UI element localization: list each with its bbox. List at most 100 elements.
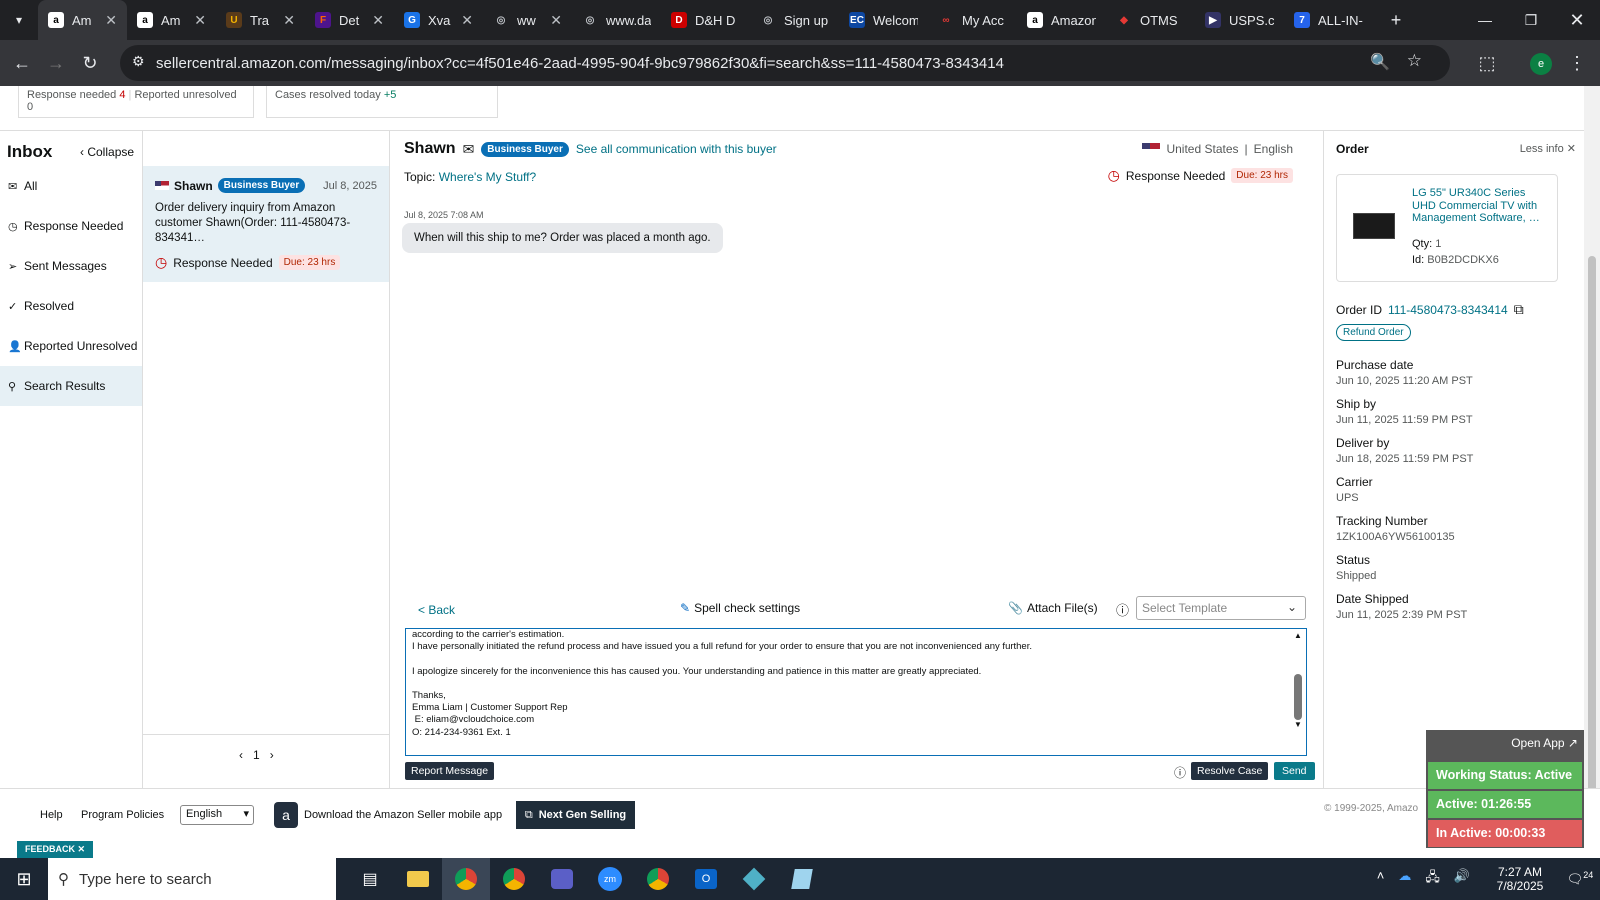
browser-tab[interactable]: G Xva ✕ [394, 0, 483, 40]
see-all-communication-link[interactable]: See all communication with this buyer [576, 142, 777, 156]
browser-menu-icon[interactable]: ⋮ [1560, 46, 1594, 80]
thread-item[interactable]: Shawn Business Buyer Jul 8, 2025 Order d… [143, 166, 389, 282]
info-icon[interactable]: ⓘ [1116, 600, 1129, 619]
tab-search-icon[interactable]: ▾ [0, 3, 38, 37]
clock[interactable]: 7:27 AM 7/8/2025 [1480, 865, 1560, 893]
site-info-icon[interactable]: ⚙ [132, 53, 145, 70]
notifications-icon[interactable]: 🗨24 [1560, 870, 1600, 887]
browser-tab[interactable]: ◎ www.da [572, 0, 661, 40]
browser-tab[interactable]: a Amazon [1017, 0, 1106, 40]
page-scrollbar[interactable] [1584, 86, 1600, 858]
bookmark-star-icon[interactable]: ☆ [1407, 51, 1422, 71]
copyright: © 1999-2025, Amazo [1324, 803, 1419, 814]
profile-avatar[interactable]: e [1530, 53, 1552, 75]
network-icon[interactable]: 🖧 [1425, 868, 1440, 890]
nav-item-reported-unresolved[interactable]: 👤 Reported Unresolved [0, 326, 142, 366]
browser-tab[interactable]: ◎ Sign up [750, 0, 839, 40]
reply-textarea[interactable]: according to the carrier's estimation. I … [405, 628, 1307, 756]
prev-page-icon[interactable]: ‹ [239, 748, 243, 762]
windows-start-icon[interactable]: ⊞ [0, 858, 48, 900]
close-tab-icon[interactable]: ✕ [194, 12, 206, 29]
new-tab-icon[interactable]: + [1379, 3, 1413, 37]
restore-icon[interactable]: ❐ [1508, 3, 1554, 37]
chrome-icon[interactable] [442, 858, 490, 900]
teams-icon[interactable] [538, 858, 586, 900]
tray-chevron-icon[interactable]: ˄ [1377, 868, 1385, 890]
zoom-icon[interactable]: zm [586, 858, 634, 900]
language-select[interactable]: English ▾ [180, 805, 254, 825]
refund-order-button[interactable]: Refund Order [1336, 324, 1411, 341]
product-title[interactable]: LG 55" UR340C Series UHD Commercial TV w… [1412, 187, 1552, 225]
nav-item-sent-messages[interactable]: ➢ Sent Messages [0, 246, 142, 286]
send-button[interactable]: Send [1274, 762, 1315, 780]
zoom-icon[interactable]: 🔍 [1370, 52, 1390, 72]
browser-tab[interactable]: ◎ ww ✕ [483, 0, 572, 40]
next-page-icon[interactable]: › [270, 748, 274, 762]
onedrive-icon[interactable]: ☁ [1398, 868, 1411, 890]
open-app-button[interactable]: Open App ↗ [1511, 736, 1578, 750]
chrome-alt-icon[interactable] [634, 858, 682, 900]
outlook-icon[interactable]: O [682, 858, 730, 900]
close-tab-icon[interactable]: ✕ [372, 12, 384, 29]
browser-tab[interactable]: a Am ✕ [38, 0, 127, 40]
close-tab-icon[interactable]: ✕ [550, 12, 562, 29]
browser-tab[interactable]: EC Welcom [839, 0, 928, 40]
extensions-icon[interactable]: ⬚ [1470, 46, 1504, 80]
app-notes-icon[interactable] [778, 858, 826, 900]
copy-icon[interactable]: ⧉ [1514, 301, 1524, 318]
nav-item-search-results[interactable]: ⚲ Search Results [0, 366, 142, 406]
chevron-down-icon: ⌄ [1286, 600, 1297, 614]
help-link[interactable]: Help [40, 809, 63, 821]
browser-tab[interactable]: ∞ My Acc [928, 0, 1017, 40]
reply-line: O: 214-234-9361 Ext. 1 [412, 726, 511, 738]
spell-check-button[interactable]: ✎ Spell check settings [680, 601, 800, 615]
reload-icon[interactable]: ↻ [73, 46, 107, 80]
close-tab-icon[interactable]: ✕ [283, 12, 295, 29]
mail-icon[interactable]: ✉ [463, 141, 475, 158]
reply-line: E: eliam@vcloudchoice.com [412, 714, 535, 726]
program-policies-link[interactable]: Program Policies [81, 809, 164, 821]
close-window-icon[interactable]: ✕ [1554, 3, 1600, 37]
product-card[interactable]: LG 55" UR340C Series UHD Commercial TV w… [1336, 174, 1558, 282]
mobile-app-link[interactable]: Download the Amazon Seller mobile app [304, 809, 502, 821]
browser-tab[interactable]: ◆ OTMS [1106, 0, 1195, 40]
less-info-button[interactable]: Less info ✕ [1520, 142, 1576, 155]
close-tab-icon[interactable]: ✕ [461, 12, 473, 29]
app-diamond-icon[interactable] [730, 858, 778, 900]
clock-time: 7:27 AM [1497, 865, 1543, 879]
chrome-profile-icon[interactable] [490, 858, 538, 900]
ec-icon: EC [849, 12, 865, 28]
reply-line: I have personally initiated the refund p… [412, 641, 1032, 653]
textarea-scrollbar[interactable]: ▲ ▼ [1292, 631, 1304, 751]
browser-tab[interactable]: D D&H D [661, 0, 750, 40]
collapse-button[interactable]: ‹ Collapse [80, 145, 134, 159]
forward-icon[interactable]: → [39, 46, 73, 80]
taskbar-search-box[interactable]: ⚲ Type here to search [48, 858, 336, 900]
attach-files-button[interactable]: 📎 Attach File(s) [1008, 601, 1098, 615]
feedback-button[interactable]: FEEDBACK ✕ [17, 841, 94, 858]
back-link[interactable]: < Back [418, 603, 455, 617]
volume-icon[interactable]: 🔊 [1454, 868, 1470, 890]
template-select[interactable]: Select Template ⌄ [1136, 596, 1306, 620]
browser-tab[interactable]: F Det ✕ [305, 0, 394, 40]
report-message-button[interactable]: Report Message [405, 762, 495, 780]
minimize-icon[interactable]: — [1462, 3, 1508, 37]
nav-item-all[interactable]: ✉ All [0, 166, 142, 206]
resolve-info-icon[interactable]: ⓘ [1174, 764, 1186, 781]
browser-tab[interactable]: a Am ✕ [127, 0, 216, 40]
close-tab-icon[interactable]: ✕ [105, 12, 117, 29]
back-icon[interactable]: ← [5, 46, 39, 80]
resolve-case-button[interactable]: Resolve Case [1191, 762, 1269, 780]
address-bar[interactable]: ⚙ sellercentral.amazon.com/messaging/inb… [120, 45, 1450, 81]
next-gen-selling-button[interactable]: ⧉ Next Gen Selling [516, 801, 635, 829]
browser-tab[interactable]: U Tra ✕ [216, 0, 305, 40]
nav-item-label: Search Results [24, 379, 106, 393]
order-id-link[interactable]: 111-4580473-8343414 [1388, 303, 1508, 317]
browser-tab[interactable]: ▶ USPS.co [1195, 0, 1284, 40]
browser-tab[interactable]: 7 ALL-IN- [1284, 0, 1373, 40]
file-explorer-icon[interactable] [394, 858, 442, 900]
nav-item-response-needed[interactable]: ◷ Response Needed [0, 206, 142, 246]
clock-icon: ◷ [8, 220, 18, 233]
task-view-icon[interactable]: ▤ [346, 858, 394, 900]
nav-item-resolved[interactable]: ✓ Resolved [0, 286, 142, 326]
